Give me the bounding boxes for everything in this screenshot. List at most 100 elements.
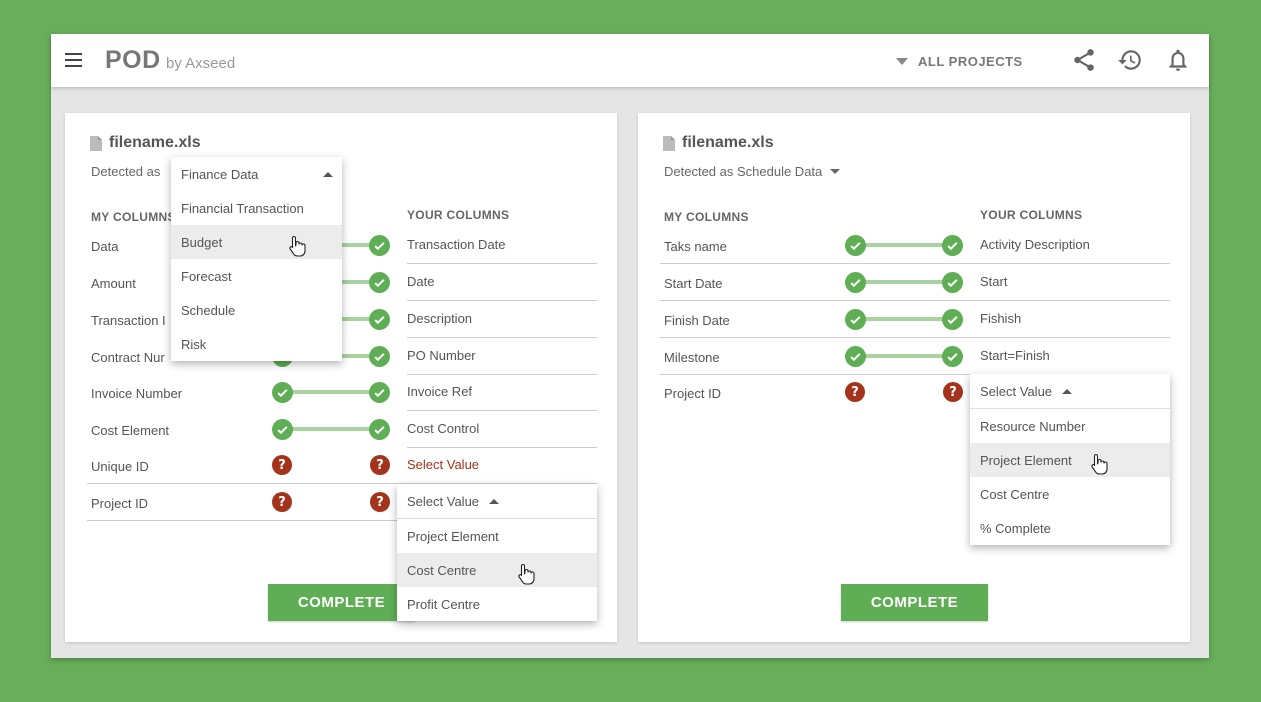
select-value-head[interactable]: Select Value [397,484,597,518]
caret-down-icon [830,169,841,174]
mapping-row: Cost Element Cost Control [87,411,597,448]
hand-cursor-icon [289,235,306,257]
my-column-name: Cost Element [91,423,170,438]
app-window: POD by Axseed ALL PROJECTS filename.xls … [51,34,1209,658]
file-icon [90,135,102,151]
your-column-name[interactable]: PO Number [407,348,476,363]
check-icon [845,346,866,367]
your-column-name[interactable]: Description [407,311,472,326]
file-icon [663,135,675,151]
check-icon [369,235,390,256]
check-icon [942,235,963,256]
file-title: filename.xls [90,134,201,152]
question-icon[interactable]: ? [272,492,292,512]
your-columns-header: YOUR COLUMNS [980,208,1083,222]
select-value-dropdown[interactable]: Select Value Project Element Cost Centre… [397,484,597,621]
mapping-row: Unique ID ? ? Select Value [87,447,597,484]
check-icon [845,235,866,256]
your-column-name[interactable]: Cost Control [407,421,479,436]
dropdown-option[interactable]: Project Element [397,519,597,553]
project-filter-label: ALL PROJECTS [918,53,1023,69]
my-column-name: Taks name [664,239,727,254]
dropdown-option-highlighted[interactable]: Budget [171,225,342,259]
my-column-name: Contract Nur [91,350,165,365]
my-column-name: Invoice Number [91,386,183,401]
check-icon [942,309,963,330]
complete-button[interactable]: COMPLETE [841,584,988,621]
dropdown-option-highlighted[interactable]: Cost Centre [397,553,597,587]
my-column-name: Data [91,239,119,254]
question-icon[interactable]: ? [272,455,292,475]
mapping-connector: ? ? [272,455,390,475]
question-icon[interactable]: ? [370,492,390,512]
mapping-connector: ? ? [845,382,963,402]
mapping-connector: ? ? [272,492,390,512]
dropdown-option[interactable]: Cost Centre [970,477,1170,511]
question-icon[interactable]: ? [943,382,963,402]
select-value-head[interactable]: Select Value [970,374,1170,408]
caret-up-icon [323,171,333,177]
share-icon[interactable] [1071,47,1097,73]
history-icon[interactable] [1117,47,1143,73]
your-column-name[interactable]: Start [980,274,1007,289]
mapping-row: Data Transaction Date [87,227,597,264]
hand-cursor-icon [1091,453,1108,475]
question-icon[interactable]: ? [370,455,390,475]
your-column-name[interactable]: Transaction Date [407,237,506,252]
right-mapping-panel: filename.xls Detected as Schedule Data M… [638,113,1190,642]
check-icon [369,309,390,330]
dropdown-option[interactable]: Schedule [171,293,342,327]
your-column-name[interactable]: Fishish [980,311,1021,326]
dropdown-option[interactable]: Financial Transaction [171,191,342,225]
my-column-name: Transaction I [91,313,166,328]
mapping-row: Contract Nur PO Number [87,338,597,375]
your-column-name[interactable]: Start=Finish [980,348,1050,363]
brand-logo: POD [105,46,161,74]
mapping-connector [272,419,390,440]
select-value-error[interactable]: Select Value [407,457,479,472]
project-filter-dropdown[interactable]: ALL PROJECTS [896,53,1023,69]
mapping-connector [845,272,963,293]
detected-as-dropdown[interactable]: Detected as Schedule Data [664,164,841,179]
select-value-dropdown[interactable]: Select Value Resource Number Project Ele… [970,374,1170,545]
detected-prefix: Detected as [91,164,161,179]
my-column-name: Milestone [664,350,720,365]
file-title: filename.xls [663,134,774,152]
your-columns-header: YOUR COLUMNS [407,208,510,222]
dropdown-option[interactable]: Forecast [171,259,342,293]
dropdown-option[interactable]: Resource Number [970,409,1170,443]
check-icon [272,382,293,403]
complete-button[interactable]: COMPLETE [268,584,415,621]
mapping-row: Taks name Activity Description [660,227,1170,264]
hand-cursor-icon [518,563,535,585]
my-column-name: Amount [91,276,136,291]
dropdown-option[interactable]: Risk [171,327,342,361]
mapping-connector [845,309,963,330]
question-icon[interactable]: ? [845,382,865,402]
detected-label: Detected as Schedule Data [664,164,823,179]
check-icon [845,309,866,330]
menu-icon[interactable] [65,53,82,67]
data-type-dropdown[interactable]: Finance Data Financial Transaction Budge… [171,157,342,361]
left-mapping-panel: filename.xls Detected as MY COLUMNS YOUR… [65,113,617,642]
your-column-name[interactable]: Activity Description [980,237,1090,252]
check-icon [369,346,390,367]
your-column-name[interactable]: Invoice Ref [407,384,472,399]
data-type-selected[interactable]: Finance Data [171,157,342,191]
dropdown-option[interactable]: Profit Centre [397,587,597,621]
check-icon [942,346,963,367]
my-columns-header: MY COLUMNS [664,210,749,224]
filename: filename.xls [682,134,774,151]
bell-icon[interactable] [1165,47,1191,73]
caret-up-icon [489,498,500,504]
mapping-row: Start Date Start [660,264,1170,301]
check-icon [845,272,866,293]
check-icon [942,272,963,293]
caret-down-icon [896,57,908,65]
dropdown-option[interactable]: % Complete [970,511,1170,545]
your-column-name[interactable]: Date [407,274,434,289]
mapping-row: Transaction I Description [87,301,597,338]
mapping-row: Finish Date Fishish [660,301,1170,338]
dropdown-option-highlighted[interactable]: Project Element [970,443,1170,477]
my-column-name: Finish Date [664,313,730,328]
